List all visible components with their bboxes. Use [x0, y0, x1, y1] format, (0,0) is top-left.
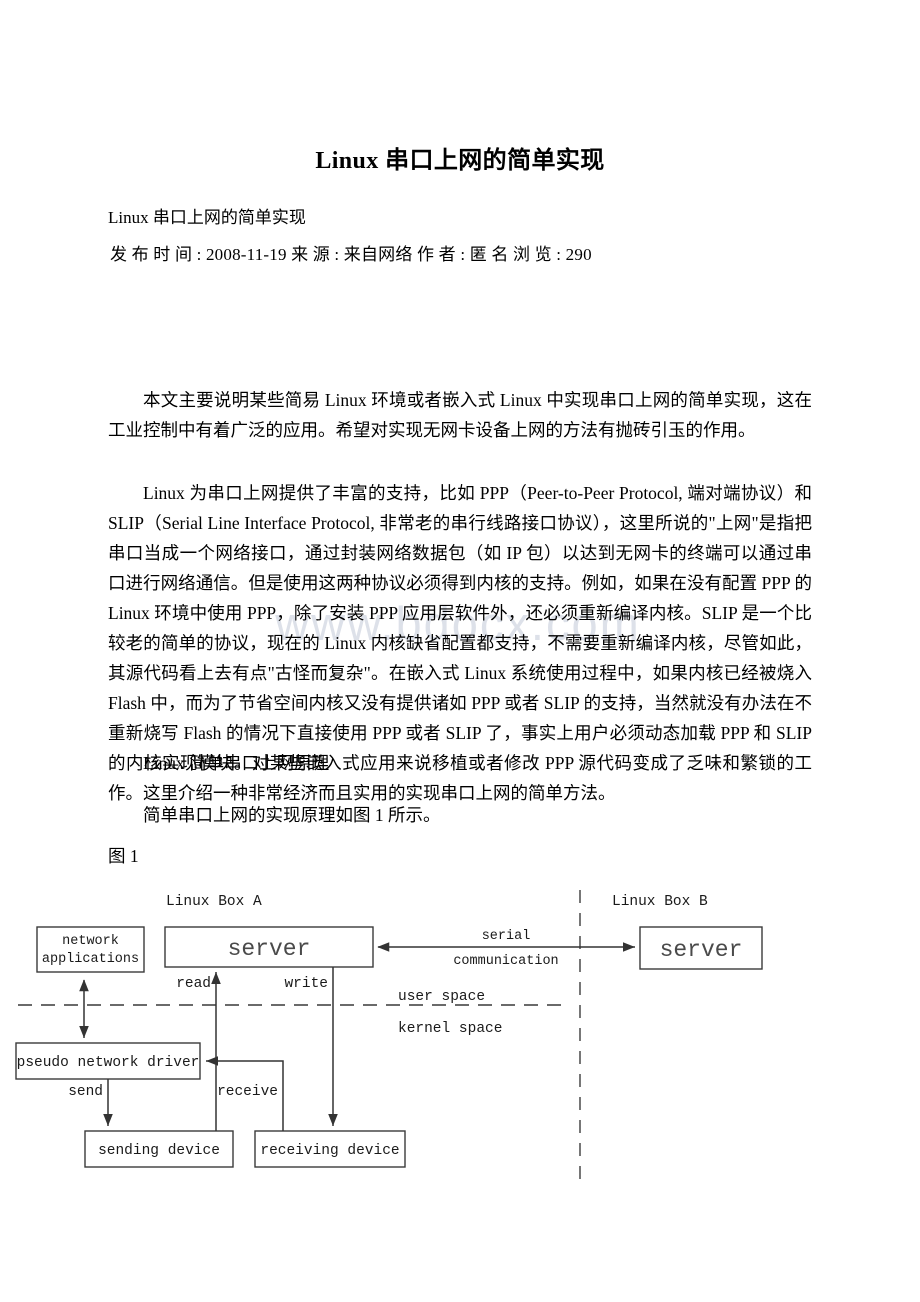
document-subtitle: Linux 串口上网的简单实现 — [108, 208, 306, 227]
box-server-a-label: server — [228, 936, 311, 962]
label-user-space: user space — [398, 989, 485, 1005]
box-server-b-label: server — [660, 937, 743, 963]
connector-read-label: read — [176, 976, 211, 992]
box-sending-device-label: sending device — [98, 1143, 220, 1159]
section-heading-principle: Linux 简单串口上网原理 — [143, 753, 330, 773]
document-page: www.bdocx.com Linux 串口上网的简单实现 Linux 串口上网… — [0, 0, 920, 1302]
page-title: Linux 串口上网的简单实现 — [315, 148, 605, 174]
figure-label-box-a: Linux Box A — [166, 894, 262, 910]
connector-serial-label-line2: communication — [453, 954, 558, 969]
connector-receive-label: receive — [217, 1084, 278, 1100]
document-meta-line: 发 布 时 间 : 2008-11-19 来 源 : 来自网络 作 者 : 匿 … — [110, 245, 592, 264]
figure-caption: 图 1 — [108, 846, 139, 866]
label-kernel-space: kernel space — [398, 1021, 502, 1037]
box-network-applications-label-line2: applications — [42, 952, 139, 967]
connector-serial-label-line1: serial — [482, 929, 531, 944]
connector-send-label: send — [68, 1084, 103, 1100]
paragraph-figure-reference: 简单串口上网的实现原理如图 1 所示。 — [143, 805, 441, 825]
figure-label-box-b: Linux Box B — [612, 894, 708, 910]
paragraph-intro: 本文主要说明某些简易 Linux 环境或者嵌入式 Linux 中实现串口上网的简… — [108, 390, 812, 440]
connector-write-label: write — [284, 976, 328, 992]
box-network-applications-label-line1: network — [62, 934, 119, 949]
figure-1-diagram: Linux Box A Linux Box B network applicat… — [0, 880, 920, 1190]
box-receiving-device-label: receiving device — [260, 1143, 399, 1159]
box-pseudo-network-driver-label: pseudo network driver — [17, 1055, 200, 1071]
